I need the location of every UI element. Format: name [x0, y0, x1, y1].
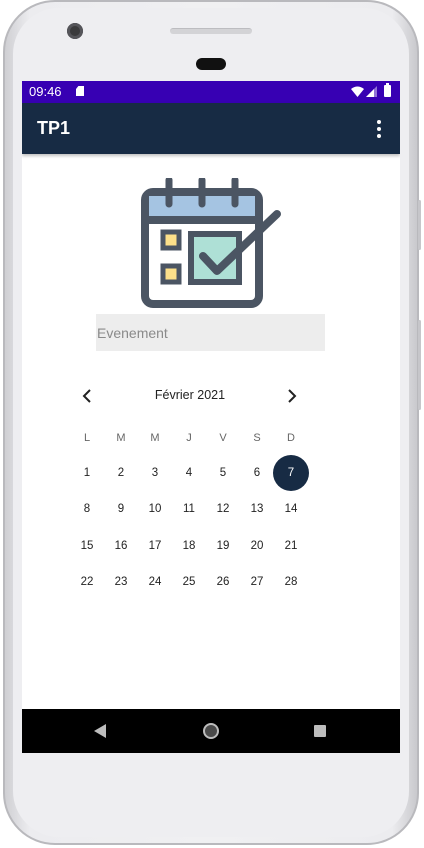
chevron-right-icon[interactable]: [284, 388, 300, 404]
app-title: TP1: [37, 118, 71, 138]
calendar-day[interactable]: 23: [103, 564, 139, 600]
calendar-day[interactable]: 18: [171, 528, 207, 564]
calendar-day[interactable]: 1: [69, 455, 105, 491]
screen: 09:46 TP1 Février 2021: [22, 81, 400, 753]
calendar-day[interactable]: 19: [205, 528, 241, 564]
weekday-label: D: [287, 432, 295, 444]
calendar-day[interactable]: 11: [171, 491, 207, 527]
calendar-day[interactable]: 16: [103, 528, 139, 564]
status-bar: 09:46: [22, 81, 400, 103]
calendar-day[interactable]: 4: [171, 455, 207, 491]
app-bar: TP1: [22, 103, 400, 154]
calendar-day[interactable]: 8: [69, 491, 105, 527]
battery-icon: [384, 83, 391, 97]
volume-button: [418, 320, 421, 410]
calendar-day[interactable]: 6: [239, 455, 275, 491]
calendar-day[interactable]: 5: [205, 455, 241, 491]
calendar-day[interactable]: 14: [273, 491, 309, 527]
calendar-day[interactable]: 27: [239, 564, 275, 600]
power-button: [418, 200, 421, 250]
calendar-day[interactable]: 17: [137, 528, 173, 564]
sd-card-icon: [76, 86, 84, 96]
calendar-day[interactable]: 15: [69, 528, 105, 564]
month-label: Février 2021: [154, 388, 226, 402]
weekday-label: V: [219, 432, 227, 444]
weekday-label: M: [116, 432, 126, 444]
calendar-day[interactable]: 21: [273, 528, 309, 564]
system-nav-bar: [22, 709, 400, 753]
weekday-label: S: [253, 432, 261, 444]
event-input[interactable]: [96, 314, 325, 351]
signal-icon: [366, 86, 377, 97]
calendar-day[interactable]: 26: [205, 564, 241, 600]
back-icon[interactable]: [94, 724, 106, 738]
home-icon[interactable]: [203, 723, 219, 739]
earpiece: [196, 58, 226, 70]
calendar-day[interactable]: 20: [239, 528, 275, 564]
wifi-icon: [351, 86, 364, 97]
calendar-header: Février 2021: [70, 381, 310, 411]
more-vert-icon[interactable]: [375, 120, 383, 138]
calendar-check-icon: [141, 178, 281, 308]
calendar-day[interactable]: 13: [239, 491, 275, 527]
calendar-day[interactable]: 2: [103, 455, 139, 491]
calendar-day[interactable]: 3: [137, 455, 173, 491]
calendar-day[interactable]: 28: [273, 564, 309, 600]
calendar-day[interactable]: 22: [69, 564, 105, 600]
recents-icon[interactable]: [314, 725, 326, 737]
calendar-day[interactable]: 25: [171, 564, 207, 600]
status-time: 09:46: [29, 84, 62, 99]
weekday-label: L: [83, 432, 91, 444]
weekday-label: J: [186, 432, 192, 444]
calendar-day[interactable]: 9: [103, 491, 139, 527]
calendar-day-selected[interactable]: 7: [273, 455, 309, 491]
front-camera: [67, 23, 83, 39]
top-speaker: [170, 28, 252, 34]
calendar-day[interactable]: 24: [137, 564, 173, 600]
calendar-day[interactable]: 10: [137, 491, 173, 527]
calendar-day[interactable]: 12: [205, 491, 241, 527]
weekday-label: M: [150, 432, 160, 444]
